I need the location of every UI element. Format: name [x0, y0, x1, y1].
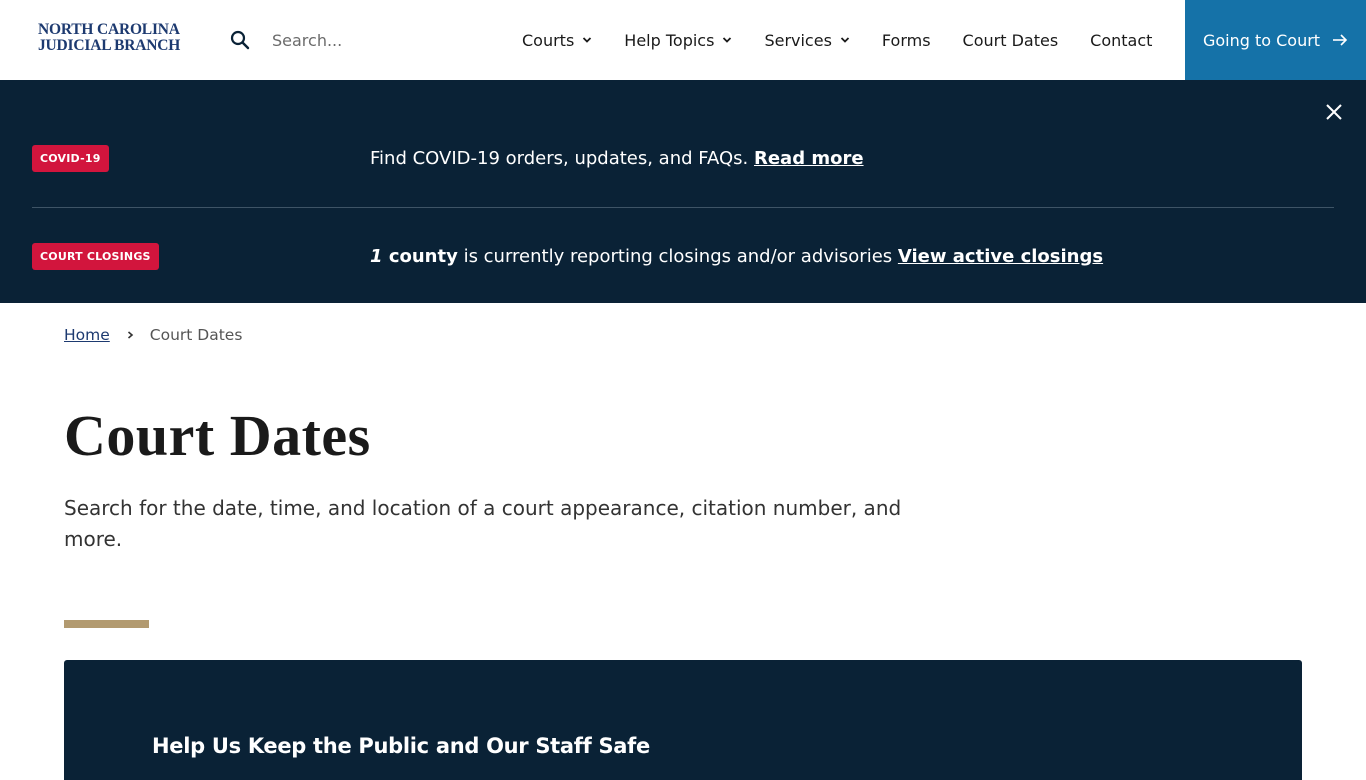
nav-services-label: Services — [764, 30, 832, 50]
nav-contact[interactable]: Contact — [1074, 0, 1168, 80]
closings-count-suffix: county — [388, 245, 458, 267]
nav-forms-label: Forms — [881, 30, 931, 50]
site-logo[interactable]: NORTH CAROLINA JUDICIAL BRANCH — [38, 22, 180, 54]
chevron-down-icon — [840, 37, 850, 43]
search-input[interactable] — [262, 24, 462, 56]
covid-read-more-link[interactable]: Read more — [754, 148, 864, 169]
closings-tag: COURT CLOSINGS — [32, 242, 159, 270]
arrow-right-icon — [1333, 34, 1348, 46]
going-to-court-label: Going to Court — [1202, 30, 1321, 50]
alert-banner: COVID-19 Find COVID-19 orders, updates, … — [0, 80, 1366, 303]
covid-message: Find COVID-19 orders, updates, and FAQs. — [370, 147, 749, 169]
alert-divider — [32, 207, 1334, 208]
search-icon[interactable] — [230, 30, 250, 50]
breadcrumb-home-link[interactable]: Home — [64, 326, 110, 344]
site-header: NORTH CAROLINA JUDICIAL BRANCH Courts He… — [0, 0, 1366, 80]
breadcrumb: Home Court Dates — [64, 326, 242, 344]
nav-courts[interactable]: Courts — [506, 0, 608, 80]
closings-message: is currently reporting closings and/or a… — [463, 245, 893, 267]
covid-tag: COVID-19 — [32, 144, 109, 172]
accent-bar — [64, 620, 149, 628]
closings-alert: COURT CLOSINGS 1 county is currently rep… — [32, 216, 1334, 296]
main-nav: Courts Help Topics Services Forms Court … — [506, 0, 1168, 80]
nav-contact-label: Contact — [1090, 30, 1153, 50]
nav-court-dates[interactable]: Court Dates — [947, 0, 1075, 80]
page-title: Court Dates — [64, 403, 371, 468]
page-intro: Search for the date, time, and location … — [64, 496, 902, 551]
chevron-down-icon — [723, 37, 732, 43]
nav-court-dates-label: Court Dates — [962, 30, 1059, 50]
going-to-court-button[interactable]: Going to Court — [1185, 0, 1366, 80]
nav-services[interactable]: Services — [748, 0, 865, 80]
nav-forms[interactable]: Forms — [866, 0, 947, 80]
covid-alert-text: Find COVID-19 orders, updates, and FAQs.… — [370, 148, 864, 169]
nav-help-topics[interactable]: Help Topics — [608, 0, 748, 80]
chevron-right-icon — [127, 331, 134, 339]
nav-courts-label: Courts — [522, 30, 575, 50]
logo-line-2: JUDICIAL BRANCH — [38, 37, 181, 54]
safety-panel: Help Us Keep the Public and Our Staff Sa… — [64, 660, 1302, 780]
safety-panel-title: Help Us Keep the Public and Our Staff Sa… — [152, 734, 650, 758]
breadcrumb-current: Court Dates — [149, 326, 243, 344]
nav-help-topics-label: Help Topics — [624, 30, 715, 50]
chevron-down-icon — [583, 37, 592, 43]
logo-line-1: NORTH CAROLINA — [38, 21, 180, 38]
view-active-closings-link[interactable]: View active closings — [898, 246, 1103, 267]
closings-alert-text: 1 county is currently reporting closings… — [370, 246, 1103, 267]
covid-alert: COVID-19 Find COVID-19 orders, updates, … — [32, 118, 1334, 198]
closings-count: 1 — [370, 245, 383, 267]
